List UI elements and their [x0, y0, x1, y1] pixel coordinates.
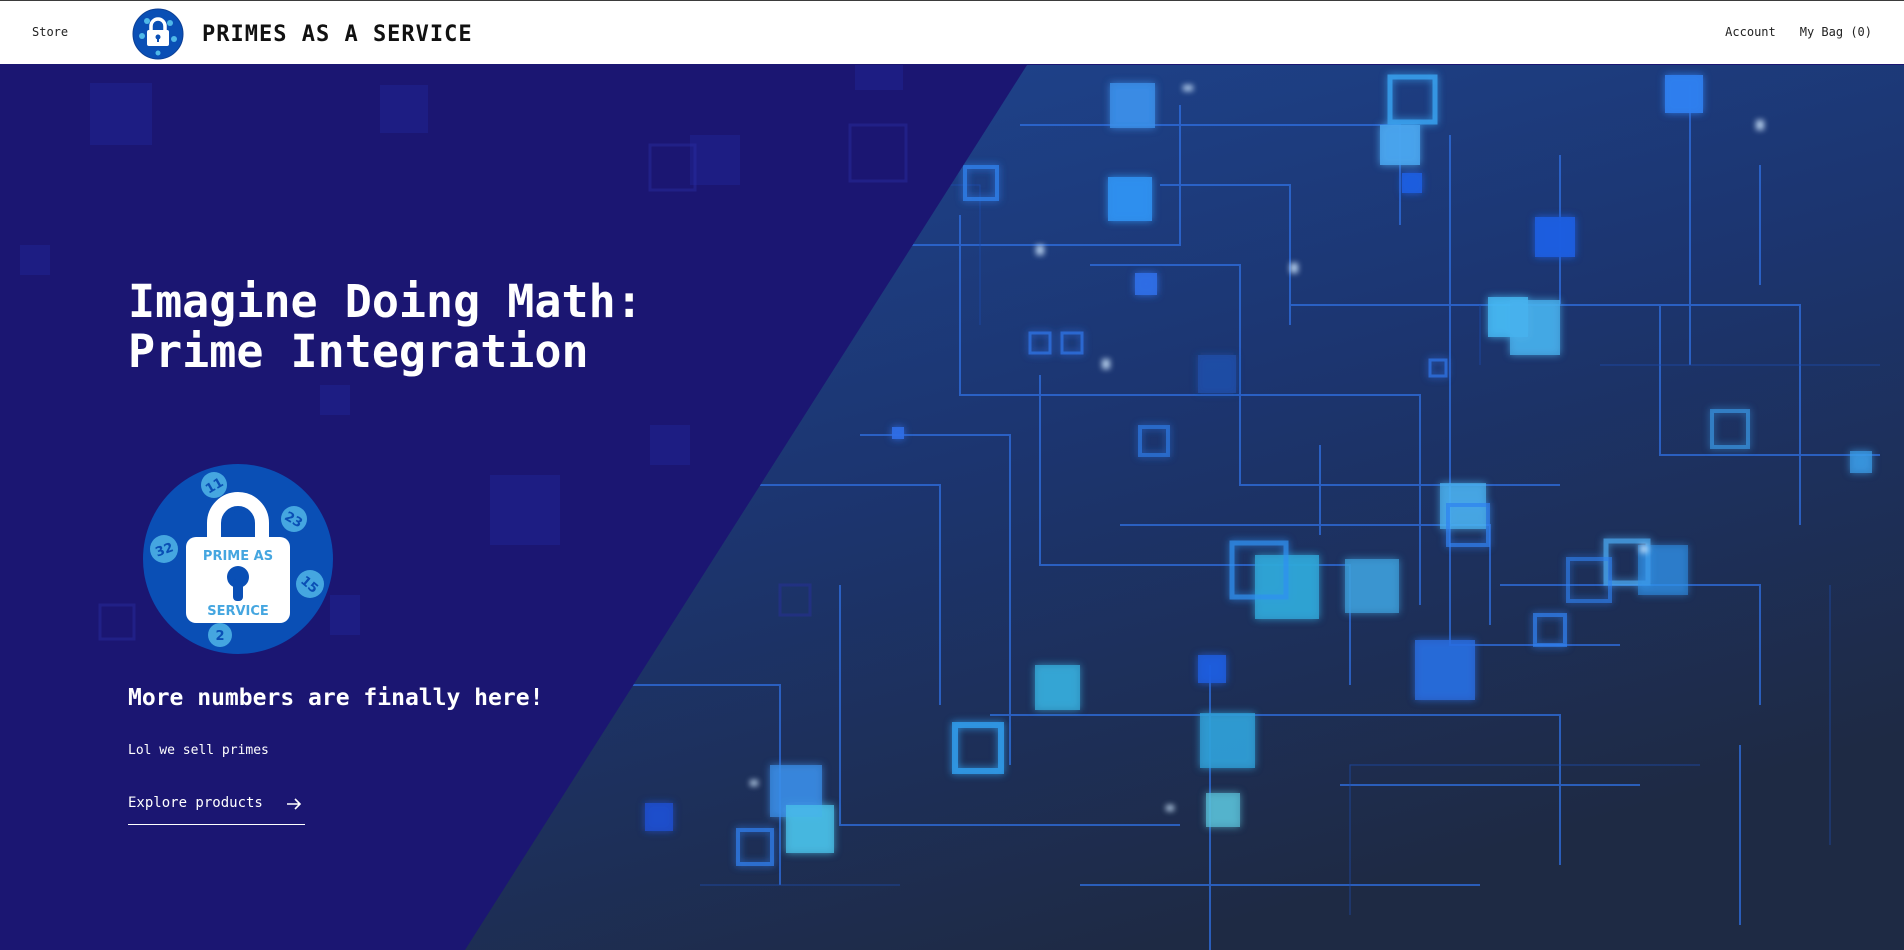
- cta-label: Explore products: [128, 795, 263, 811]
- brand[interactable]: PRIMES AS A SERVICE: [132, 8, 473, 60]
- explore-products-link[interactable]: Explore products: [128, 795, 305, 825]
- logo-number-5: 2: [215, 629, 224, 644]
- logo-bottom-text: SERVICE: [207, 604, 269, 619]
- nav-bag-link[interactable]: My Bag (0): [1800, 25, 1872, 39]
- hero-tagline: Lol we sell primes: [128, 743, 269, 758]
- hero-headline: Imagine Doing Math: Prime Integration: [128, 275, 643, 378]
- hero-subhead: More numbers are finally here!: [128, 685, 544, 711]
- nav-store-link[interactable]: Store: [32, 25, 68, 39]
- hero-section: Imagine Doing Math: Prime Integration PR…: [0, 65, 1904, 950]
- padlock-logo-icon: [132, 8, 184, 60]
- site-header: Store PRIMES AS A SERVICE Account My Bag…: [0, 0, 1904, 64]
- arrow-right-icon: [287, 798, 302, 810]
- nav-account-link[interactable]: Account: [1725, 25, 1776, 39]
- logo-top-text: PRIME AS: [203, 549, 273, 564]
- header-right-nav: Account My Bag (0): [1725, 25, 1872, 39]
- padlock-logo-icon: PRIME AS SERVICE 11 23 32 15 2: [143, 464, 333, 654]
- brand-title: PRIMES AS A SERVICE: [202, 21, 473, 47]
